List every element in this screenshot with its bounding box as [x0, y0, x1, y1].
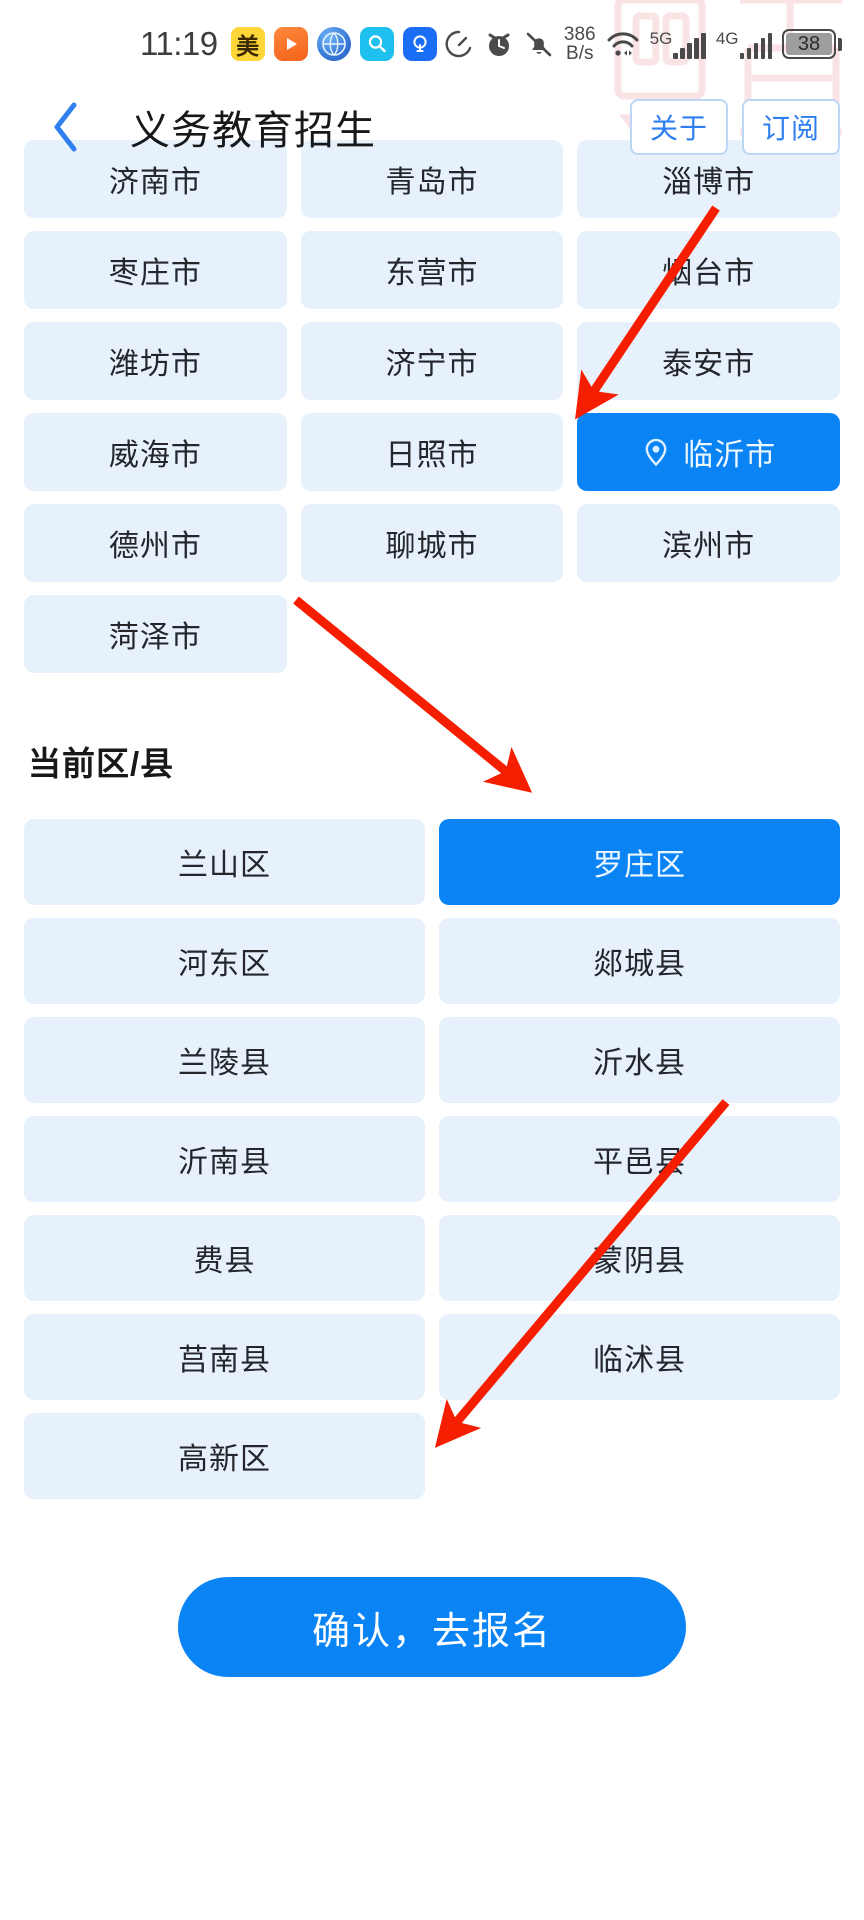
video-play-app-icon [273, 27, 308, 61]
district-chip-label: 兰山区 [178, 849, 271, 882]
district-chip-label: 河东区 [178, 948, 271, 981]
idea-bulb-app-icon [402, 27, 437, 61]
phone-screen: 11:19 美 386 B/s 5G 4G 38 义务教育招生 关于 订阅 济南… [0, 0, 864, 1920]
district-chip[interactable]: 沂南县 [24, 1116, 425, 1202]
city-chip[interactable]: 滨州市 [577, 504, 840, 582]
district-chip-label: 罗庄区 [593, 849, 686, 882]
sim1-signal: 5G [650, 30, 706, 59]
district-chip[interactable]: 费县 [24, 1215, 425, 1301]
city-chip-label: 烟台市 [662, 257, 756, 290]
battery-body: 38 [782, 29, 836, 59]
city-chip[interactable]: 威海市 [24, 413, 287, 491]
network-rate-unit: B/s [566, 43, 594, 64]
city-chip-label: 济宁市 [385, 348, 479, 381]
sim1-signal-bars [673, 32, 706, 59]
confirm-button-wrap: 确认，去报名 [24, 1577, 840, 1677]
district-chip[interactable]: 平邑县 [439, 1116, 840, 1202]
status-bar-left: 11:19 美 [140, 25, 437, 63]
meituan-app-icon: 美 [230, 27, 265, 61]
city-chip-label: 日照市 [385, 439, 479, 472]
district-chip-label: 平邑县 [593, 1146, 686, 1179]
district-chip[interactable]: 兰陵县 [24, 1017, 425, 1103]
city-chip[interactable]: 枣庄市 [24, 231, 287, 309]
district-chip-label: 蒙阴县 [593, 1245, 686, 1278]
district-chip-label: 莒南县 [178, 1344, 271, 1377]
wifi-icon [607, 32, 639, 56]
chevron-left-icon [54, 102, 77, 152]
city-chip-label: 临沂市 [683, 439, 777, 472]
district-chip[interactable]: 兰山区 [24, 819, 425, 905]
district-grid: 兰山区 罗庄区河东区 郯城县兰陵县 沂水县沂南县 平邑县费县 蒙阴县莒南县 临沭县高新区 [24, 819, 840, 1499]
city-chip-label: 聊城市 [385, 530, 479, 563]
bell-muted-icon [526, 32, 552, 57]
district-chip[interactable]: 沂水县 [439, 1017, 840, 1103]
city-chip[interactable]: 济宁市 [300, 322, 564, 400]
city-chip-label: 菏泽市 [108, 621, 202, 654]
network-rate-value: 386 [563, 24, 596, 45]
battery-indicator: 38 [782, 29, 842, 59]
city-grid: 济南市 青岛市 淄博市 枣庄市 东营市 烟台市 潍坊市 济宁市 泰安市 威海市 日照市 临沂市 德州市聊… [24, 140, 840, 673]
city-chip-label: 泰安市 [662, 348, 756, 381]
city-chip-label: 德州市 [108, 530, 202, 563]
subscribe-button[interactable]: 订阅 [742, 99, 840, 155]
battery-level-text: 38 [786, 33, 832, 55]
page-title: 义务教育招生 [130, 109, 376, 153]
city-chip[interactable]: 潍坊市 [24, 322, 287, 400]
city-chip[interactable]: 烟台市 [577, 231, 840, 309]
district-chip-label: 郯城县 [593, 948, 686, 981]
network-rate: 386 B/s [564, 25, 596, 63]
city-chip[interactable]: 菏泽市 [24, 595, 287, 673]
district-chip-label: 高新区 [178, 1443, 271, 1476]
confirm-signup-button[interactable]: 确认，去报名 [178, 1577, 686, 1677]
district-chip[interactable]: 莒南县 [24, 1314, 425, 1400]
district-section-title: 当前区/县 [28, 745, 175, 782]
district-chip-label: 费县 [193, 1245, 256, 1278]
city-chip[interactable]: 临沂市 [577, 413, 840, 491]
city-chip[interactable]: 德州市 [24, 504, 287, 582]
sim2-network-label: 4G [715, 28, 739, 48]
sim1-network-label: 5G [649, 28, 673, 48]
district-chip[interactable]: 罗庄区 [439, 819, 840, 905]
city-chip[interactable]: 泰安市 [577, 322, 840, 400]
header-actions: 关于 订阅 [630, 99, 840, 155]
status-bar-right: 386 B/s 5G 4G 38 [444, 25, 842, 63]
about-button[interactable]: 关于 [630, 99, 728, 155]
district-chip[interactable]: 临沭县 [439, 1314, 840, 1400]
district-chip[interactable]: 高新区 [24, 1413, 425, 1499]
city-chip-label: 威海市 [108, 439, 202, 472]
alarm-clock-icon [488, 33, 510, 56]
sim2-signal-bars [739, 32, 772, 59]
status-bar-clock: 11:19 [140, 25, 218, 62]
city-chip[interactable]: 日照市 [300, 413, 564, 491]
scroll-content: 济南市 青岛市 淄博市 枣庄市 东营市 烟台市 潍坊市 济宁市 泰安市 威海市 日照市 临沂市 德州市聊… [0, 140, 864, 1677]
district-chip-label: 沂南县 [178, 1146, 271, 1179]
back-button[interactable] [44, 99, 88, 155]
speed-meter-icon [445, 30, 472, 58]
battery-tip [838, 37, 842, 51]
app-header: 义务教育招生 关于 订阅 [0, 88, 864, 166]
city-chip-label: 滨州市 [662, 530, 756, 563]
location-pin-icon [645, 438, 667, 467]
district-chip[interactable]: 郯城县 [439, 918, 840, 1004]
city-chip-label: 枣庄市 [108, 257, 202, 290]
district-chip-label: 临沭县 [593, 1344, 686, 1377]
district-chip-label: 兰陵县 [178, 1047, 271, 1080]
city-chip[interactable]: 东营市 [300, 231, 564, 309]
browser-globe-app-icon [316, 27, 351, 61]
district-chip-label: 沂水县 [593, 1047, 686, 1080]
search-app-icon [359, 27, 394, 61]
status-bar: 11:19 美 386 B/s 5G 4G 38 [0, 0, 864, 88]
district-chip[interactable]: 蒙阴县 [439, 1215, 840, 1301]
city-chip-label: 东营市 [385, 257, 479, 290]
city-chip-label: 潍坊市 [108, 348, 202, 381]
district-chip[interactable]: 河东区 [24, 918, 425, 1004]
sim2-signal: 4G [716, 30, 772, 59]
city-chip[interactable]: 聊城市 [300, 504, 564, 582]
